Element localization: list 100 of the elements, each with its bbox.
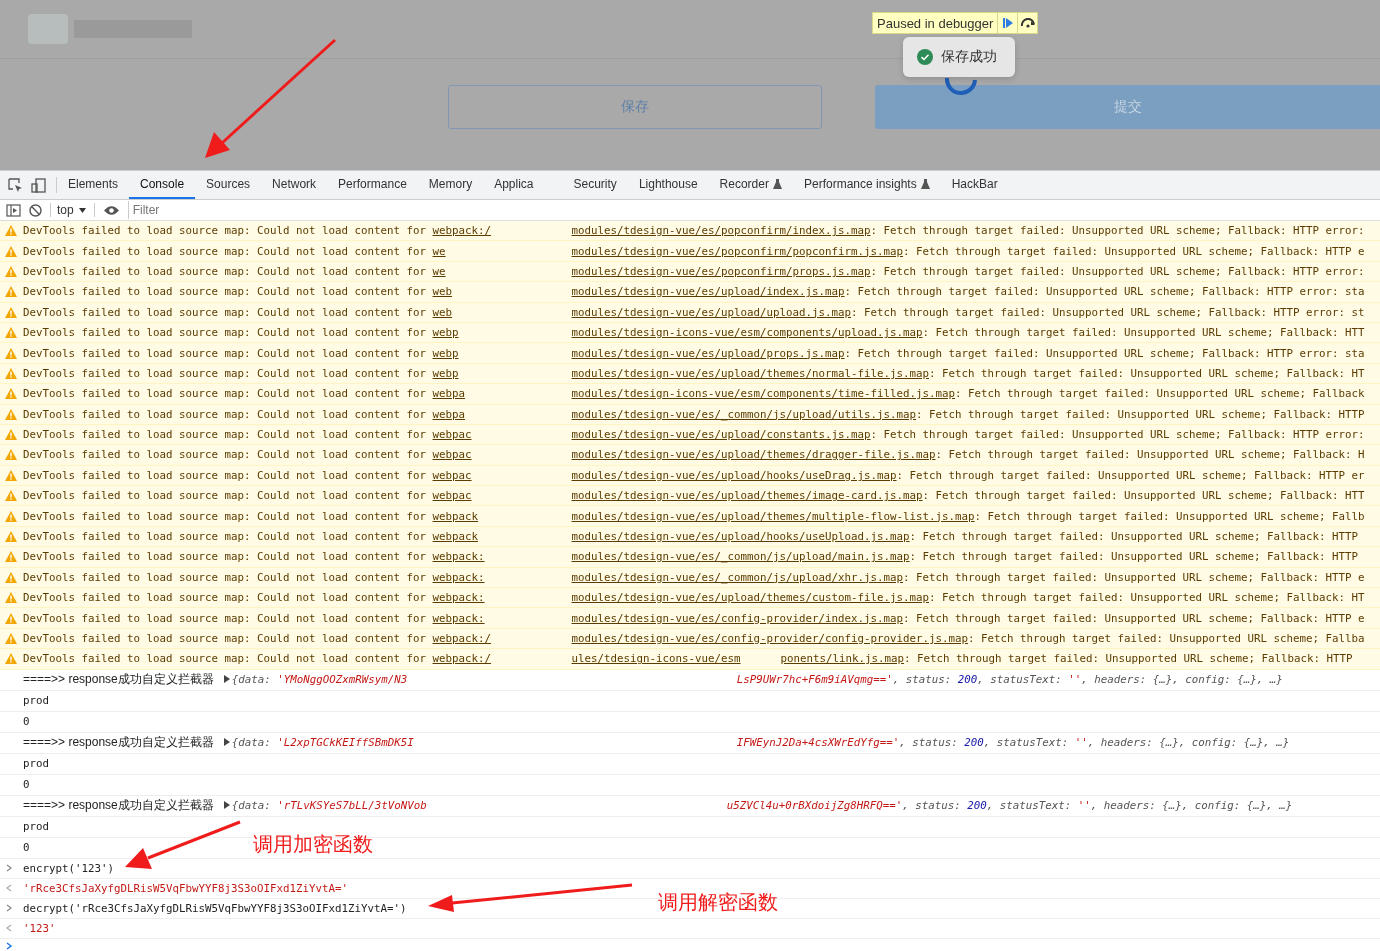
source-link[interactable]: webp xyxy=(432,346,572,360)
source-link[interactable]: ules/tdesign-icons-vue/esm xyxy=(571,652,741,666)
source-link[interactable]: ponents/link.js.map xyxy=(780,652,905,666)
source-link[interactable]: webpack:/ xyxy=(432,632,572,645)
source-link[interactable]: modules/tdesign-icons-vue/esm/components/time-filled.js.map xyxy=(571,387,956,401)
object-key: , headers: {…}, config: {…}, …} xyxy=(1081,673,1283,687)
console-command: decrypt('rRce3CfsJaXyfgDLRisW5VqFbwYYF8j3S3oOIFxd1ZiYvtA=') xyxy=(23,901,407,915)
source-link[interactable]: we xyxy=(432,264,572,278)
devtools-tab[interactable]: Memory xyxy=(417,171,484,199)
warning-icon xyxy=(5,408,17,420)
source-link[interactable]: webpac xyxy=(432,448,572,462)
expand-arrow-icon[interactable] xyxy=(223,674,230,683)
object-key: {data: xyxy=(231,736,278,750)
source-link[interactable]: modules/tdesign-vue/es/upload/themes/custom-file.js.map xyxy=(571,591,930,605)
warning-icon xyxy=(5,347,17,359)
eye-icon[interactable] xyxy=(102,204,120,216)
warning-message: DevTools failed to load source map: Could not load content for xyxy=(23,591,428,605)
source-link[interactable]: modules/tdesign-vue/es/popconfirm/index.js.map xyxy=(571,224,871,238)
warning-message: DevTools failed to load source map: Could not load content for xyxy=(23,428,428,442)
source-link[interactable]: webpac xyxy=(432,428,572,442)
source-link[interactable]: webpac xyxy=(432,489,572,503)
source-link[interactable]: webpack: xyxy=(432,591,572,605)
source-link[interactable]: modules/tdesign-vue/es/upload/themes/image-card.js.map xyxy=(571,489,923,503)
warning-detail: : Fetch through target failed: Unsupported URL scheme; Fallback: H xyxy=(935,448,1365,462)
warning-detail: : Fetch through target failed: Unsupported URL scheme; Fallback: HTTP xyxy=(904,652,1353,666)
object-key: , status: xyxy=(902,799,968,813)
warning-detail: : Fetch through target failed: Unsupported URL scheme; Fallb xyxy=(974,509,1365,523)
devtools-tab[interactable]: Console xyxy=(129,171,196,199)
source-link[interactable]: modules/tdesign-vue/es/upload/hooks/useUpload.js.map xyxy=(571,530,910,544)
source-link[interactable]: modules/tdesign-vue/es/upload/themes/normal-file.js.map xyxy=(571,366,930,380)
expand-arrow-icon[interactable] xyxy=(223,737,230,746)
prompt-icon[interactable] xyxy=(6,941,12,950)
object-key: , status: xyxy=(899,736,965,750)
source-link[interactable]: webpack: xyxy=(432,550,572,564)
log-text: 0 xyxy=(23,715,30,729)
clear-console-icon[interactable] xyxy=(29,203,42,217)
devtools-tab[interactable]: Network xyxy=(261,171,328,199)
source-link[interactable]: modules/tdesign-vue/es/upload/upload.js.map xyxy=(571,305,852,319)
warning-detail: : Fetch through target failed: Unsupported URL scheme; Fallback xyxy=(955,387,1365,401)
devtools-tab[interactable]: Performance xyxy=(327,171,418,199)
devtools-tab[interactable]: Elements xyxy=(57,171,130,199)
source-link[interactable]: modules/tdesign-vue/es/popconfirm/props.js.map xyxy=(571,264,871,278)
expand-arrow-icon[interactable] xyxy=(223,800,230,809)
source-link[interactable]: webpa xyxy=(432,387,572,401)
inspect-icon[interactable] xyxy=(8,177,23,193)
sidebar-toggle-icon[interactable] xyxy=(6,203,21,217)
source-link[interactable]: modules/tdesign-vue/es/config-provider/config-provider.js.map xyxy=(571,632,969,645)
source-link[interactable]: modules/tdesign-vue/es/upload/themes/dragger-file.js.map xyxy=(571,448,936,462)
warning-message: DevTools failed to load source map: Could not load content for xyxy=(23,509,428,523)
source-link[interactable]: modules/tdesign-vue/es/popconfirm/popconfirm.js.map xyxy=(571,244,904,258)
warning-icon xyxy=(5,367,17,379)
source-link[interactable]: modules/tdesign-vue/es/_common/js/upload/main.js.map xyxy=(571,550,910,564)
warning-message: DevTools failed to load source map: Could not load content for xyxy=(23,407,428,421)
warning-detail: : Fetch through target failed: Unsupported URL scheme; Fallback: HTTP e xyxy=(903,570,1365,584)
device-toggle-icon[interactable] xyxy=(31,177,46,193)
warning-message: DevTools failed to load source map: Could not load content for xyxy=(23,448,428,462)
object-key: , statusText: xyxy=(986,799,1078,813)
source-link[interactable]: we xyxy=(432,244,572,258)
source-link[interactable]: webp xyxy=(432,366,572,380)
devtools-tab[interactable]: HackBar xyxy=(940,171,1009,199)
source-link[interactable]: modules/tdesign-vue/es/config-provider/index.js.map xyxy=(571,611,904,625)
source-link[interactable]: webpack xyxy=(432,530,572,544)
source-link[interactable]: modules/tdesign-vue/es/upload/hooks/useDrag.js.map xyxy=(571,468,897,482)
devtools-tab[interactable]: Recorder xyxy=(708,171,793,199)
source-link[interactable]: webpa xyxy=(432,407,572,421)
source-link[interactable]: modules/tdesign-vue/es/upload/props.js.map xyxy=(571,346,845,360)
source-link[interactable]: webpack: xyxy=(432,611,572,625)
devtools-tab[interactable]: Applica xyxy=(483,171,545,199)
step-over-button[interactable] xyxy=(1017,13,1038,33)
source-link[interactable]: webp xyxy=(432,326,572,340)
warning-message: DevTools failed to load source map: Could not load content for xyxy=(23,550,428,564)
source-link[interactable]: modules/tdesign-vue/es/upload/themes/multiple-flow-list.js.map xyxy=(571,509,975,523)
devtools-tab[interactable]: Sources xyxy=(195,171,262,199)
source-link[interactable]: webpack:/ xyxy=(432,652,572,666)
devtools-tab[interactable]: Performance insights xyxy=(792,171,941,199)
source-link[interactable]: modules/tdesign-vue/es/upload/index.js.map xyxy=(571,285,845,299)
warning-icon xyxy=(5,592,17,604)
input-chevron-icon xyxy=(6,864,12,873)
dropdown-arrow-icon xyxy=(78,207,86,213)
source-link[interactable]: webpack xyxy=(432,509,572,523)
source-link[interactable]: webpac xyxy=(432,468,572,482)
source-link[interactable]: webpack: xyxy=(432,570,572,584)
source-link[interactable]: web xyxy=(432,285,572,299)
devtools-tab[interactable]: Security xyxy=(562,171,628,199)
warning-message: DevTools failed to load source map: Could not load content for xyxy=(23,326,428,340)
devtools-tab[interactable]: Lighthouse xyxy=(627,171,709,199)
string-value: 'YMoNggOOZxmRWsym/N3 xyxy=(277,673,408,687)
warning-message: DevTools failed to load source map: Could not load content for xyxy=(23,468,428,482)
source-link[interactable]: modules/tdesign-vue/es/_common/js/upload/xhr.js.map xyxy=(571,570,904,584)
number-value: 200 xyxy=(967,799,987,813)
context-select[interactable]: top xyxy=(50,203,95,217)
warning-detail: : Fetch through target failed: Unsupported URL scheme; Fallback: HTTP error: xyxy=(870,224,1365,238)
source-link[interactable]: modules/tdesign-icons-vue/esm/components/upload.js.map xyxy=(571,326,923,340)
object-key: , status: xyxy=(892,673,958,687)
source-link[interactable]: web xyxy=(432,305,572,319)
source-link[interactable]: webpack:/ xyxy=(432,224,572,238)
source-link[interactable]: modules/tdesign-vue/es/_common/js/upload/utils.js.map xyxy=(571,407,917,421)
warning-detail: : Fetch through target failed: Unsupported URL scheme; Fallback: HTTP e xyxy=(903,244,1365,258)
source-link[interactable]: modules/tdesign-vue/es/upload/constants.js.map xyxy=(571,428,871,442)
warning-message: DevTools failed to load source map: Could not load content for xyxy=(23,346,428,360)
